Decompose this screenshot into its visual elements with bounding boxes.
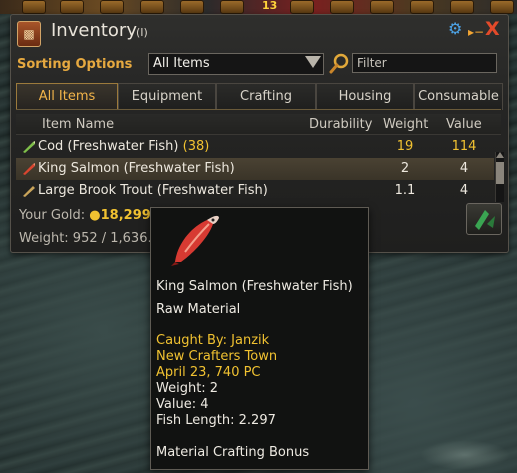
item-name: Large Brook Trout (Freshwater Fish) — [38, 183, 268, 198]
header-item-name[interactable]: Item Name — [42, 117, 114, 132]
item-value: 4 — [459, 183, 469, 198]
close-button[interactable]: X — [485, 19, 500, 39]
water-glint — [420, 440, 510, 470]
item-table: Item Name Durability Weight Value Cod (F… — [16, 114, 501, 202]
sort-dropdown-value: All Items — [153, 56, 210, 71]
hud-top-strip: 13 — [0, 0, 517, 14]
tooltip-item-type: Raw Material — [156, 302, 241, 317]
item-name-text: Cod (Freshwater Fish) — [38, 139, 179, 154]
hud-slot[interactable] — [410, 0, 434, 14]
header-weight[interactable]: Weight — [383, 117, 428, 132]
weight-display: Weight: 952 / 1,636.1 — [19, 231, 160, 246]
header-value[interactable]: Value — [446, 117, 482, 132]
tooltip-item-name: King Salmon (Freshwater Fish) — [156, 279, 353, 294]
tab-consumable[interactable]: Consumable — [414, 83, 503, 110]
item-value: 4 — [459, 161, 469, 176]
category-tabs: All Items Equipment Crafting Housing Con… — [16, 83, 503, 110]
item-weight: 1.1 — [394, 183, 416, 198]
tab-housing[interactable]: Housing — [316, 83, 414, 110]
inventory-icon: ▩ — [17, 21, 41, 47]
trout-icon — [23, 186, 35, 197]
title-bar[interactable]: ▩ Inventory (I) ⚙ ▸− X — [11, 15, 508, 49]
tab-crafting[interactable]: Crafting — [216, 83, 316, 110]
item-quantity: (38) — [182, 139, 210, 154]
scroll-thumb[interactable] — [496, 162, 504, 184]
window-hotkey: (I) — [136, 26, 148, 39]
tooltip-weight: Weight: 2 — [156, 381, 219, 396]
table-scrollbar[interactable] — [495, 152, 504, 202]
hud-slot[interactable] — [60, 0, 84, 14]
hud-slot[interactable] — [330, 0, 354, 14]
hud-slot[interactable] — [22, 0, 46, 14]
hud-slot[interactable] — [140, 0, 164, 14]
table-header: Item Name Durability Weight Value — [16, 114, 501, 135]
item-weight: 2 — [400, 161, 410, 176]
item-value: 114 — [451, 139, 477, 154]
tooltip-crafting-bonus: Material Crafting Bonus — [156, 445, 310, 460]
item-weight: 19 — [396, 139, 414, 154]
table-row[interactable]: Cod (Freshwater Fish) (38) 19 114 — [16, 136, 494, 158]
tooltip-fish-length: Fish Length: 2.297 — [156, 413, 276, 428]
hud-slot[interactable] — [370, 0, 394, 14]
sorting-options-label: Sorting Options — [17, 57, 133, 72]
tab-equipment[interactable]: Equipment — [118, 83, 216, 110]
sort-dropdown[interactable]: All Items — [148, 53, 324, 75]
gear-icon[interactable]: ⚙ — [448, 19, 462, 39]
item-name: King Salmon (Freshwater Fish) — [38, 161, 235, 176]
table-row[interactable]: Large Brook Trout (Freshwater Fish) 1.1 … — [16, 180, 494, 202]
header-durability[interactable]: Durability — [309, 117, 372, 132]
fish-icon — [23, 141, 35, 153]
coin-icon: ● — [89, 208, 101, 223]
hud-badge: 13 — [262, 0, 278, 12]
tab-all-items[interactable]: All Items — [16, 83, 118, 110]
filter-input[interactable] — [352, 53, 497, 73]
hud-slot[interactable] — [180, 0, 204, 14]
item-tooltip: King Salmon (Freshwater Fish) Raw Materi… — [150, 207, 369, 470]
tooltip-date: April 23, 740 PC — [156, 365, 261, 380]
tooltip-location: New Crafters Town — [156, 349, 278, 364]
hud-slot[interactable] — [450, 0, 474, 14]
item-name: Cod (Freshwater Fish) (38) — [38, 139, 209, 154]
table-row-selected[interactable]: King Salmon (Freshwater Fish) 2 4 — [16, 158, 494, 180]
gold-label: Your Gold: — [19, 208, 86, 223]
pin-icon[interactable]: ▸− — [468, 22, 484, 42]
scroll-up-icon[interactable] — [496, 152, 504, 158]
hud-slot[interactable] — [100, 0, 124, 14]
search-icon[interactable] — [329, 52, 351, 74]
tooltip-value: Value: 4 — [156, 397, 209, 412]
hud-slot[interactable] — [490, 0, 514, 14]
chevron-down-icon[interactable] — [305, 56, 321, 68]
hud-slot[interactable] — [290, 0, 314, 14]
tab-divider — [16, 109, 501, 110]
crafting-bonus-icon[interactable] — [466, 203, 502, 235]
tooltip-caught-by: Caught By: Janzik — [156, 333, 270, 348]
hud-slot[interactable] — [220, 0, 244, 14]
king-salmon-icon — [171, 215, 219, 266]
window-title: Inventory — [51, 20, 137, 41]
salmon-icon — [23, 163, 35, 175]
